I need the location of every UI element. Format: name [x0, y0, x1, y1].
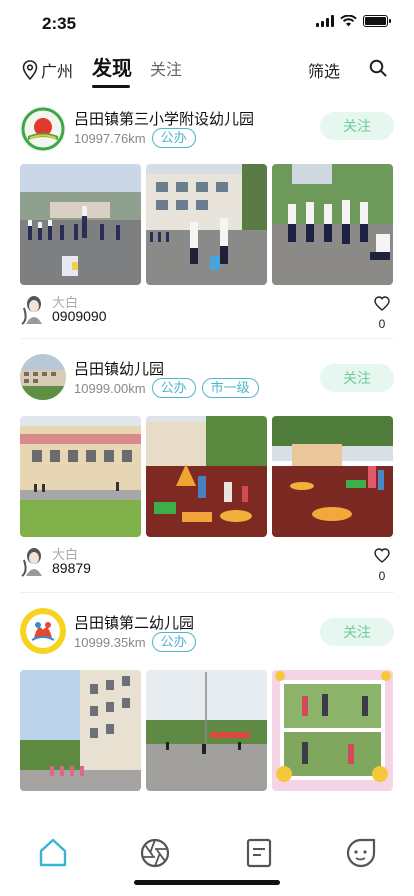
follow-button[interactable]: 关注: [320, 112, 394, 140]
author-row[interactable]: 大白 0909090: [20, 294, 107, 326]
tab-discover[interactable]: 发现: [92, 52, 132, 81]
tag-badge: 公办: [151, 632, 196, 652]
bottom-tab-bar: [0, 826, 414, 886]
author-row[interactable]: 大白 89879: [20, 546, 91, 578]
author-id: 89879: [52, 560, 91, 576]
post-photo[interactable]: [20, 670, 141, 791]
school-name[interactable]: 吕田镇幼儿园: [74, 358, 164, 379]
post-photo[interactable]: [146, 670, 267, 791]
distance: 10999.35km: [74, 634, 146, 650]
like-button[interactable]: 0: [372, 548, 392, 583]
signal-icon: [316, 15, 334, 27]
tag-badge: 公办: [151, 128, 196, 148]
post-photo[interactable]: [146, 416, 267, 537]
school-name[interactable]: 吕田镇第三小学附设幼儿园: [74, 108, 254, 129]
filter-button[interactable]: 筛选: [308, 58, 340, 82]
school-meta: 10999.00km 公办 市一级: [74, 378, 259, 398]
location-label: 广州: [41, 64, 74, 81]
search-icon[interactable]: [368, 58, 388, 78]
home-indicator[interactable]: [134, 880, 280, 885]
school-avatar[interactable]: [20, 354, 66, 400]
top-nav: 广州 发现 关注 筛选: [0, 50, 414, 90]
post-photo[interactable]: [272, 416, 393, 537]
heart-icon: [374, 548, 390, 563]
school-name[interactable]: 吕田镇第二幼儿园: [74, 612, 194, 633]
post-photo[interactable]: [20, 164, 141, 285]
feed-list[interactable]: 吕田镇第三小学附设幼儿园 10997.76km 公办 关注 大白 0909090…: [0, 100, 414, 810]
document-icon[interactable]: [242, 836, 276, 870]
home-icon[interactable]: [36, 836, 70, 870]
school-meta: 10997.76km 公办: [74, 128, 196, 148]
location-pin-icon: [22, 60, 38, 80]
status-time: 2:35: [42, 14, 77, 33]
location-selector[interactable]: 广州: [22, 58, 73, 82]
status-icons: [316, 15, 391, 27]
tab-follow[interactable]: 关注: [150, 56, 182, 80]
photo-grid: [20, 164, 393, 285]
status-bar: 2:35: [0, 0, 414, 46]
photo-grid: [20, 670, 393, 791]
follow-button[interactable]: 关注: [320, 618, 394, 646]
active-tab-indicator: [92, 85, 130, 88]
school-meta: 10999.35km 公办: [74, 632, 196, 652]
wifi-icon: [340, 15, 357, 27]
like-count: 0: [378, 569, 386, 583]
author-id: 0909090: [52, 308, 107, 324]
school-avatar[interactable]: [20, 608, 66, 654]
like-count: 0: [378, 317, 386, 331]
smiley-icon[interactable]: [344, 836, 378, 870]
divider: [20, 338, 394, 339]
author-avatar[interactable]: [20, 294, 48, 326]
follow-button[interactable]: 关注: [320, 364, 394, 392]
post-photo[interactable]: [20, 416, 141, 537]
distance: 10997.76km: [74, 130, 146, 146]
tag-badge: 市一级: [201, 378, 259, 398]
post-photo[interactable]: [272, 164, 393, 285]
distance: 10999.00km: [74, 380, 146, 396]
post-photo[interactable]: [146, 164, 267, 285]
camera-aperture-icon[interactable]: [138, 836, 172, 870]
author-avatar[interactable]: [20, 546, 48, 578]
like-button[interactable]: 0: [372, 296, 392, 331]
tag-badge: 公办: [151, 378, 196, 398]
heart-icon: [374, 296, 390, 311]
school-avatar[interactable]: [20, 106, 66, 152]
battery-icon: [363, 15, 391, 27]
post-photo[interactable]: [272, 670, 393, 791]
divider: [20, 592, 394, 593]
photo-grid: [20, 416, 393, 537]
